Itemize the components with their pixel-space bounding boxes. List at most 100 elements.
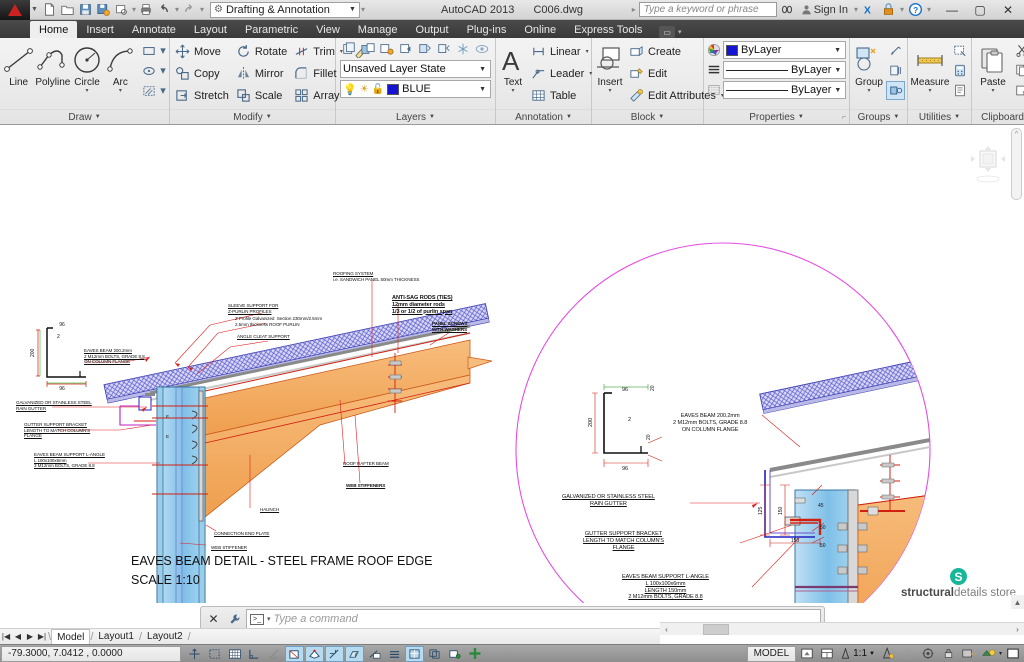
selection-cycling-icon[interactable] [425,646,444,662]
annotation-visibility-icon[interactable] [879,646,898,662]
leader-button[interactable]: Leader ▾ [528,63,596,84]
dynamic-ucs-icon[interactable] [345,646,364,662]
ribbon-display-options-icon[interactable]: ▭ [659,26,675,38]
help-caret-icon[interactable]: ▾ [926,5,932,14]
scroll-right-icon[interactable]: › [1011,625,1024,634]
rotate-button[interactable]: Rotate [233,41,291,62]
layout-icon[interactable] [817,646,836,662]
arc-button[interactable]: Arc ▾ [104,41,137,96]
object-snap-icon[interactable] [285,646,304,662]
workspace-switch-icon[interactable] [919,646,938,662]
tab-output[interactable]: Output [407,21,458,38]
auto-scale-icon[interactable] [899,646,918,662]
layer-isolate-icon[interactable] [416,40,434,58]
plot-icon[interactable] [138,1,155,18]
grid-display-icon[interactable] [225,646,244,662]
autodesk-360-icon[interactable]: X [861,1,878,18]
transparency-icon[interactable] [405,646,424,662]
polyline-button[interactable]: Polyline [35,41,70,90]
text-button[interactable]: A Text ▾ [498,41,528,96]
redo-dropdown-icon[interactable]: ▾ [199,5,205,14]
text-dropdown-icon[interactable]: ▾ [511,88,514,94]
dynamic-input-icon[interactable] [365,646,384,662]
workspace-extra-caret-icon[interactable]: ▾ [360,5,366,14]
layer-state-dropdown[interactable]: Unsaved Layer State ▼ [340,60,491,78]
panel-title-draw[interactable]: Draw ▼ [0,109,169,124]
insert-block-button[interactable]: Insert ▾ [594,41,626,96]
hardware-accel-icon[interactable] [959,646,978,662]
ribbon-minimize-caret-icon[interactable]: ▾ [678,28,682,36]
exchange-apps-icon[interactable] [779,1,796,18]
panel-title-groups[interactable]: Groups ▼ [850,109,907,124]
ellipse-icon[interactable] [139,61,158,80]
tab-home[interactable]: Home [30,21,77,38]
next-layout-icon[interactable]: ▶ [24,632,36,641]
signin-button[interactable]: Sign In [798,4,851,16]
linetype-dropdown[interactable]: ByLayer ▼ [723,81,846,99]
table-button[interactable]: Table [528,85,596,106]
cut-icon[interactable] [1012,41,1024,60]
line-button[interactable]: Line [2,41,35,90]
group-edit-icon[interactable] [886,61,905,80]
layer-match-icon[interactable] [359,40,377,58]
lock-icon[interactable] [939,646,958,662]
layout-tab-layout1[interactable]: Layout1 [93,629,139,644]
first-layout-icon[interactable]: |◀ [0,632,12,641]
application-menu-button[interactable] [0,0,30,20]
quickselect-icon[interactable] [950,41,969,60]
paste-special-icon[interactable] [1012,81,1024,100]
help-icon[interactable]: ? [907,1,924,18]
copy-button[interactable]: Copy [172,63,233,84]
tab-annotate[interactable]: Annotate [123,21,185,38]
layer-previous-icon[interactable] [397,40,415,58]
make-current-icon[interactable] [378,40,396,58]
group-dropdown-icon[interactable]: ▾ [867,88,870,94]
unlock-icon[interactable]: 🔓 [372,84,384,95]
panel-title-block[interactable]: Block ▼ [592,109,703,124]
autodesk-exchange-icon[interactable] [880,1,897,18]
lineweight-icon[interactable] [707,63,721,77]
vertical-scrollbar-end[interactable]: ▲ [1011,595,1024,609]
hatch-icon[interactable] [139,81,158,100]
viewport-icon[interactable] [797,646,816,662]
undo-dropdown-icon[interactable]: ▾ [174,5,180,14]
circle-button[interactable]: Circle ▾ [70,41,103,96]
prev-layout-icon[interactable]: ◀ [12,632,24,641]
stretch-button[interactable]: Stretch [172,85,233,106]
layout-tab-model[interactable]: Model [51,629,90,644]
lightbulb-icon[interactable]: 💡 [343,83,357,96]
move-button[interactable]: Move [172,41,233,62]
search-input[interactable]: Type a keyword or phrase [639,2,777,17]
circle-dropdown-icon[interactable]: ▾ [86,88,89,94]
navigation-bar[interactable]: ^ [1011,128,1022,200]
redo-icon[interactable] [181,1,198,18]
panel-title-annotation[interactable]: Annotation ▼ [496,109,591,124]
paste-button[interactable]: Paste ▾ [974,41,1012,96]
layer-properties-icon[interactable] [340,40,358,58]
rectangle-dropdown-icon[interactable]: ▾ [159,41,167,60]
panel-title-layers[interactable]: Layers ▼ [336,109,495,124]
panel-title-utilities[interactable]: Utilities ▼ [908,109,971,124]
scroll-thumb[interactable] [703,624,729,635]
lineweight-status-icon[interactable] [385,646,404,662]
color-dropdown[interactable]: ByLayer ▼ [723,41,846,59]
layer-off-icon[interactable] [473,40,491,58]
signin-caret-icon[interactable]: ▾ [853,5,859,14]
cleanscreen-icon[interactable] [1003,646,1022,662]
exchange-caret-icon[interactable]: ▾ [899,5,905,14]
layer-color-swatch[interactable] [387,84,399,95]
tab-layout[interactable]: Layout [185,21,236,38]
rectangle-icon[interactable] [139,41,158,60]
scale-button[interactable]: Scale [233,85,291,106]
layer-unisolate-icon[interactable] [435,40,453,58]
layout-tab-layout2[interactable]: Layout2 [142,629,188,644]
ungroup-icon[interactable] [886,41,905,60]
infer-constraints-icon[interactable] [185,646,204,662]
list-icon[interactable] [950,81,969,100]
panel-title-modify[interactable]: Modify ▼ [170,109,335,124]
hatch-dropdown-icon[interactable]: ▾ [159,81,167,100]
quickcalc-icon[interactable] [950,61,969,80]
measure-button[interactable]: Measure ▾ [910,41,950,96]
command-caret-icon[interactable]: ▾ [267,615,271,623]
saveas-icon[interactable] [95,1,112,18]
